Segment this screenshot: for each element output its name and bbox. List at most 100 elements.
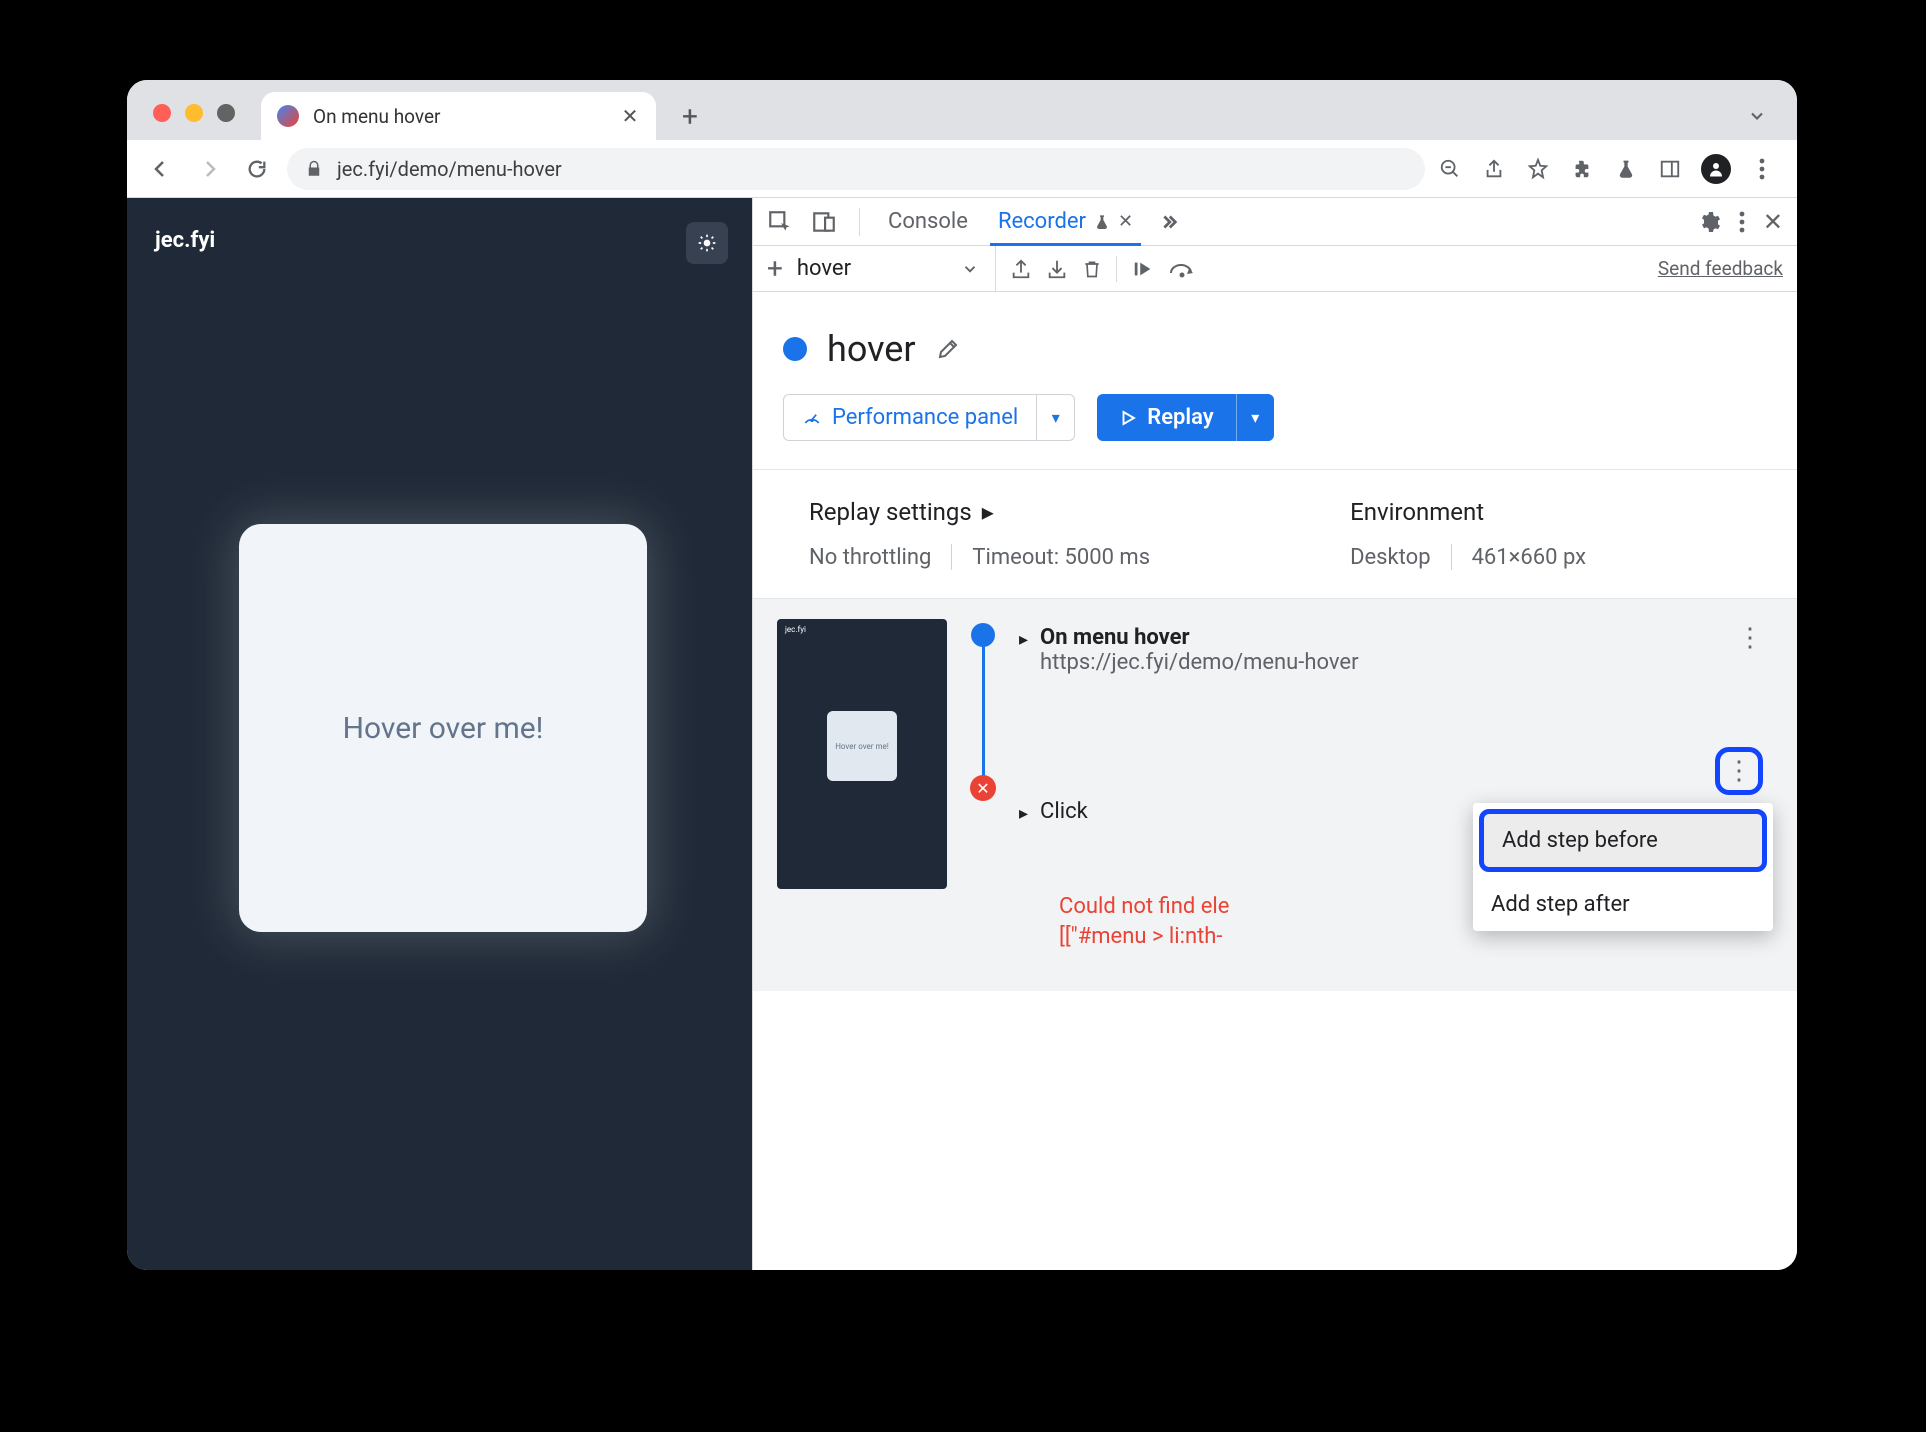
toolbar-actions (1437, 154, 1781, 184)
forward-button[interactable] (191, 151, 227, 187)
zoom-icon[interactable] (1437, 156, 1463, 182)
chevron-down-icon (961, 260, 979, 278)
content-area: jec.fyi Hover over me! Console Recorder … (127, 198, 1797, 1270)
replay-settings-toggle[interactable]: Replay settings ▸ (809, 498, 1150, 526)
thumb-card: Hover over me! (827, 711, 897, 781)
step-navigate[interactable]: ▸ On menu hover https://jec.fyi/demo/men… (1019, 619, 1773, 681)
window-controls (127, 104, 261, 140)
tab-title: On menu hover (313, 105, 606, 128)
step-menu-button[interactable]: ⋮ (1737, 623, 1763, 653)
maximize-window-icon[interactable] (217, 104, 235, 122)
env-device: Desktop (1350, 545, 1431, 570)
hover-card-text: Hover over me! (343, 711, 544, 746)
recorder-toolbar: + hover Send feedback (753, 246, 1797, 292)
steps-list: jec.fyi Hover over me! ✕ ▸ (753, 599, 1797, 991)
caret-right-icon[interactable]: ▸ (1019, 803, 1028, 824)
devtools-tab-bar: Console Recorder ✕ ✕ (753, 198, 1797, 246)
recorder-actions: Performance panel ▾ Replay ▾ (753, 394, 1797, 469)
step-over-icon[interactable] (1131, 258, 1155, 280)
step-menu-button-highlighted[interactable]: ⋮ (1715, 747, 1763, 795)
lock-icon (305, 160, 323, 178)
url-text: jec.fyi/demo/menu-hover (337, 157, 562, 181)
send-feedback-link[interactable]: Send feedback (1658, 257, 1783, 280)
share-icon[interactable] (1481, 156, 1507, 182)
tab-recorder-label: Recorder (998, 209, 1086, 234)
env-size: 461×660 px (1472, 545, 1587, 570)
replay-settings-row: Replay settings ▸ No throttling Timeout:… (753, 469, 1797, 599)
throttling-value: No throttling (809, 545, 931, 570)
recorder-body: hover Performance panel ▾ Re (753, 292, 1797, 1270)
flask-icon (1094, 213, 1110, 231)
step-icon[interactable] (1169, 259, 1195, 279)
replay-settings: Replay settings ▸ No throttling Timeout:… (809, 498, 1150, 570)
gauge-icon (802, 408, 822, 428)
devtools-panel: Console Recorder ✕ ✕ + hover (752, 198, 1797, 1270)
delete-icon[interactable] (1082, 258, 1102, 280)
timeline-dot-error: ✕ (970, 775, 996, 801)
performance-panel-label: Performance panel (832, 405, 1018, 430)
new-recording-icon[interactable]: + (767, 252, 783, 285)
browser-window: On menu hover ✕ + jec.fyi/demo/menu-hove… (127, 80, 1797, 1270)
device-toggle-icon[interactable] (811, 209, 837, 235)
import-icon[interactable] (1046, 258, 1068, 280)
tab-console[interactable]: Console (882, 198, 974, 245)
export-icon[interactable] (1010, 258, 1032, 280)
kebab-icon[interactable] (1739, 211, 1745, 233)
step-title: Click (1040, 799, 1088, 824)
toolbar: jec.fyi/demo/menu-hover (127, 140, 1797, 198)
step-title: On menu hover (1040, 625, 1358, 650)
page-viewport: jec.fyi Hover over me! (127, 198, 752, 1270)
close-devtools-icon[interactable]: ✕ (1763, 208, 1783, 236)
step-context-menu: Add step before Add step after (1473, 803, 1773, 931)
edit-title-icon[interactable] (936, 337, 960, 361)
menu-add-step-before[interactable]: Add step before (1479, 809, 1767, 872)
step-thumbnail: jec.fyi Hover over me! (777, 619, 947, 889)
timeout-value: Timeout: 5000 ms (972, 545, 1150, 570)
close-window-icon[interactable] (153, 104, 171, 122)
recording-status-dot (783, 337, 807, 361)
labs-icon[interactable] (1613, 156, 1639, 182)
environment-label: Environment (1350, 498, 1484, 526)
timeline-dot-success (971, 623, 995, 647)
replay-dropdown[interactable]: ▾ (1236, 394, 1274, 441)
replay-label: Replay (1147, 405, 1213, 430)
tab-console-label: Console (888, 209, 968, 234)
thumb-brand: jec.fyi (785, 625, 806, 634)
reload-button[interactable] (239, 151, 275, 187)
menu-icon[interactable] (1749, 156, 1775, 182)
replay-settings-label: Replay settings (809, 498, 972, 526)
recording-header: hover (753, 292, 1797, 394)
browser-tab[interactable]: On menu hover ✕ (261, 92, 656, 140)
favicon-icon (277, 105, 299, 127)
hover-card[interactable]: Hover over me! (239, 524, 647, 932)
close-tab-icon[interactable]: ✕ (620, 106, 640, 126)
new-tab-button[interactable]: + (670, 96, 710, 136)
tab-recorder[interactable]: Recorder ✕ (992, 198, 1139, 245)
extensions-icon[interactable] (1569, 156, 1595, 182)
tab-search-icon[interactable] (1737, 96, 1777, 136)
environment-settings: Environment Desktop 461×660 px (1350, 498, 1586, 570)
side-panel-icon[interactable] (1657, 156, 1683, 182)
recording-select[interactable]: hover (797, 246, 996, 291)
step-url: https://jec.fyi/demo/menu-hover (1040, 650, 1358, 675)
page-brand: jec.fyi (155, 228, 215, 253)
timeline: ✕ (963, 619, 1003, 801)
caret-right-icon: ▸ (982, 498, 994, 526)
more-tabs-icon[interactable] (1157, 211, 1179, 233)
tab-strip: On menu hover ✕ + (127, 80, 1797, 140)
caret-right-icon[interactable]: ▸ (1019, 629, 1028, 650)
minimize-window-icon[interactable] (185, 104, 203, 122)
inspect-icon[interactable] (767, 209, 793, 235)
close-tab-icon[interactable]: ✕ (1118, 211, 1133, 232)
performance-panel-dropdown[interactable]: ▾ (1036, 395, 1074, 440)
recording-select-value: hover (797, 256, 851, 281)
profile-avatar[interactable] (1701, 154, 1731, 184)
bookmark-icon[interactable] (1525, 156, 1551, 182)
replay-button[interactable]: Replay ▾ (1097, 394, 1273, 441)
menu-add-step-after[interactable]: Add step after (1473, 878, 1773, 931)
performance-panel-button[interactable]: Performance panel ▾ (783, 394, 1075, 441)
theme-toggle-button[interactable] (686, 222, 728, 264)
back-button[interactable] (143, 151, 179, 187)
gear-icon[interactable] (1697, 210, 1721, 234)
address-bar[interactable]: jec.fyi/demo/menu-hover (287, 148, 1425, 190)
